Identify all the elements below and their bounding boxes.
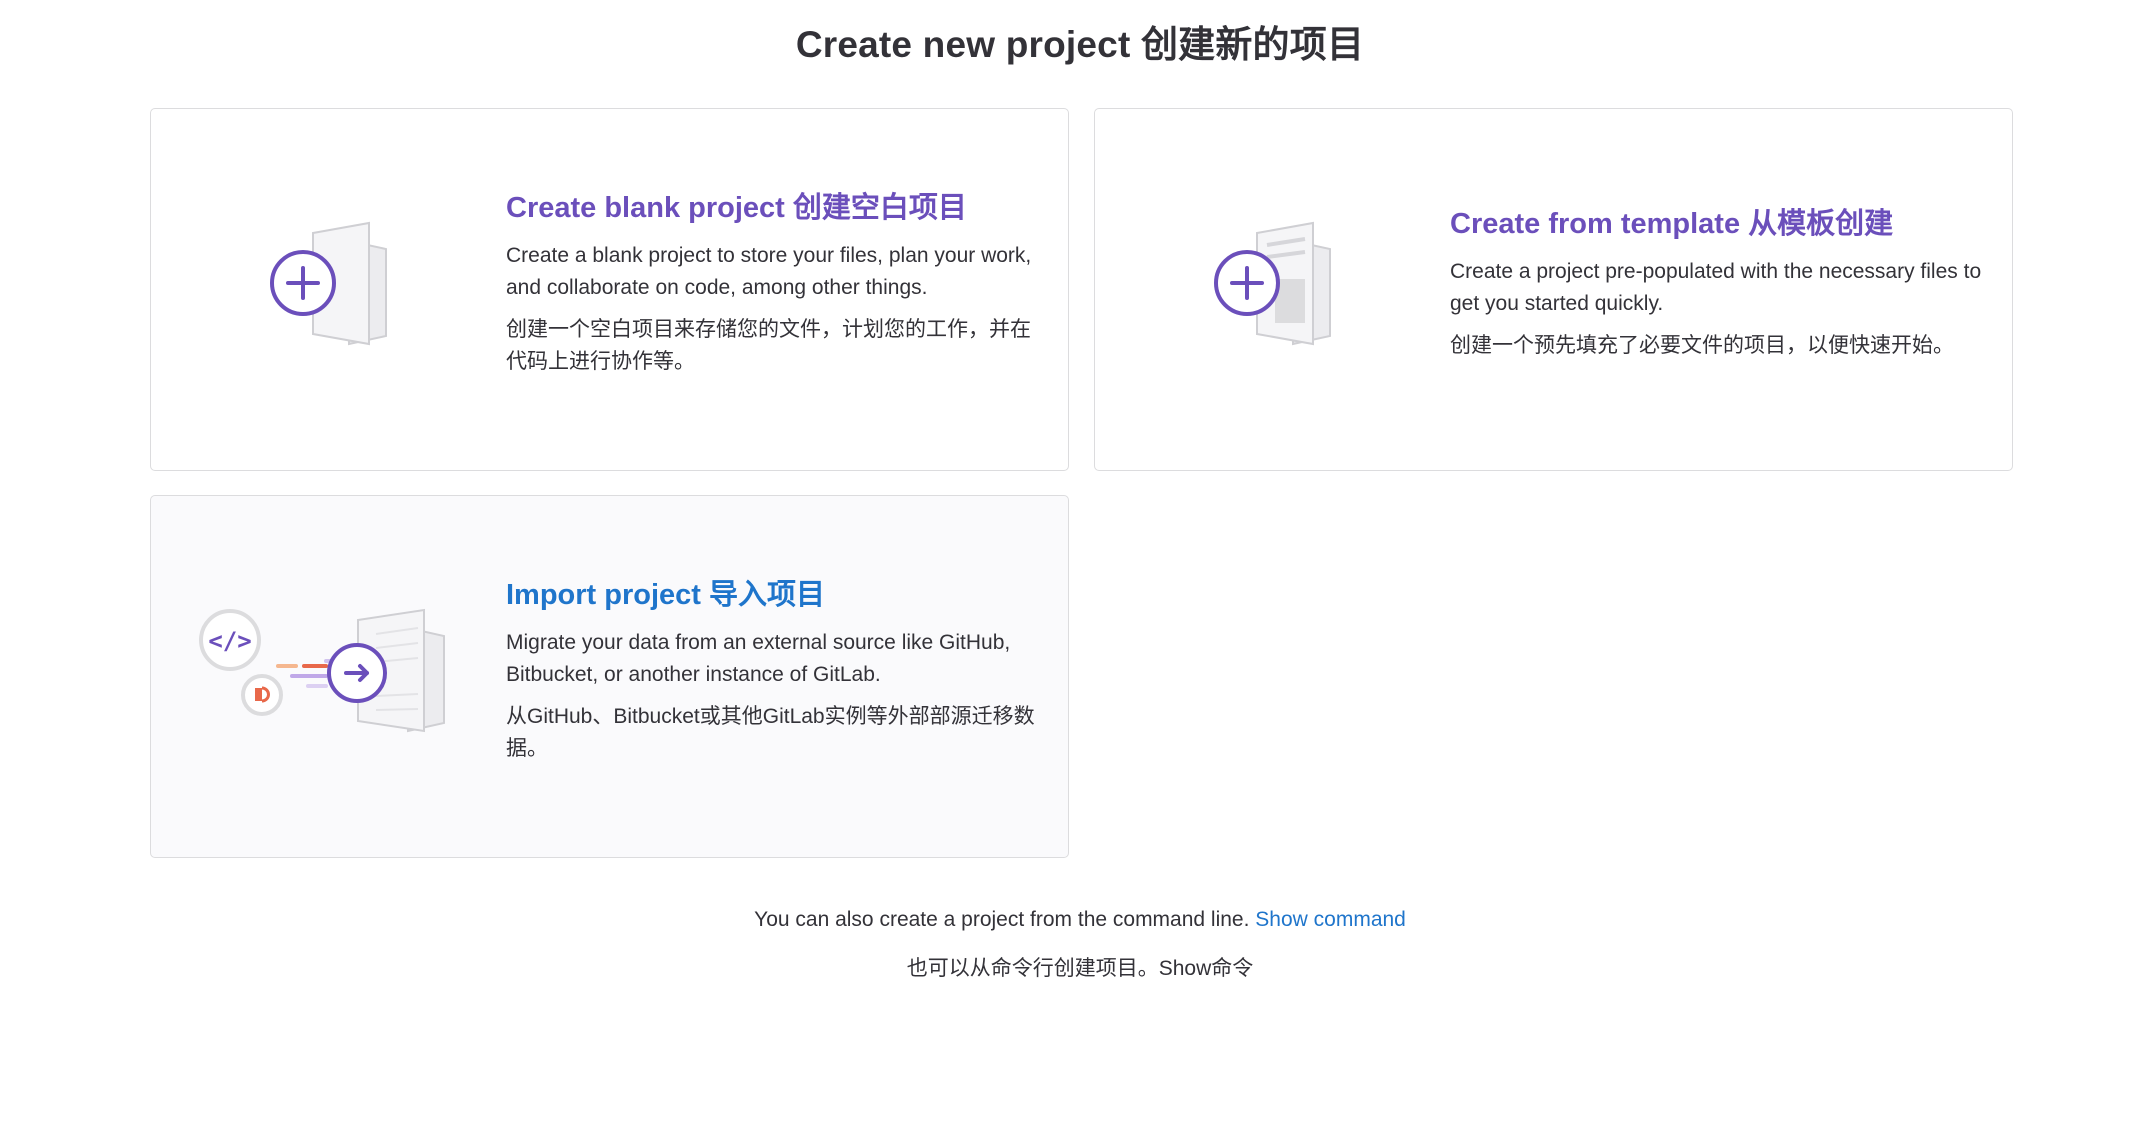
blank-project-icon (270, 221, 387, 346)
create-from-template-card[interactable]: Create from template 从模板创建 Create a proj… (1094, 108, 2013, 471)
new-project-page: Create new project 创建新的项目 Create blank p… (0, 0, 2137, 1142)
import-project-description-zh: 从GitHub、Bitbucket或其他GitLab实例等外部部源迁移数据。 (506, 704, 1035, 760)
template-project-description: Create a project pre-populated with the … (1450, 259, 1982, 315)
import-project-card[interactable]: </> Import project 导入项目 Migrate your dat… (150, 495, 1069, 858)
template-project-text: Create from template 从模板创建 Create a proj… (1450, 207, 1995, 362)
blank-project-text: Create blank project 创建空白项目 Create a bla… (506, 191, 1051, 378)
template-project-description-zh: 创建一个预先填充了必要文件的项目，以便快速开始。 (1450, 333, 1954, 357)
import-project-description: Migrate your data from an external sourc… (506, 630, 1011, 686)
create-blank-project-card[interactable]: Create blank project 创建空白项目 Create a bla… (150, 108, 1069, 471)
import-project-icon: </> (199, 608, 445, 733)
import-project-text: Import project 导入项目 Migrate your data fr… (506, 578, 1051, 765)
blank-project-title[interactable]: Create blank project 创建空白项目 (506, 191, 1051, 226)
page-title: Create new project 创建新的项目 (795, 24, 1365, 65)
command-line-hint-zh: 也可以从命令行创建项目。Show命令 (906, 957, 1254, 980)
show-command-link[interactable]: Show command (1255, 908, 1406, 931)
template-project-icon (1214, 221, 1331, 346)
svg-text:</>: </> (208, 627, 251, 655)
import-project-title[interactable]: Import project 导入项目 (506, 578, 1051, 613)
command-line-hint-text: You can also create a project from the c… (754, 908, 1256, 931)
blank-project-description-zh: 创建一个空白项目来存储您的文件，计划您的工作，并在代码上进行协作等。 (506, 317, 1031, 373)
blank-project-description: Create a blank project to store your fil… (506, 243, 1032, 299)
template-project-title[interactable]: Create from template 从模板创建 (1450, 207, 1995, 242)
command-line-hint: You can also create a project from the c… (0, 908, 2137, 932)
